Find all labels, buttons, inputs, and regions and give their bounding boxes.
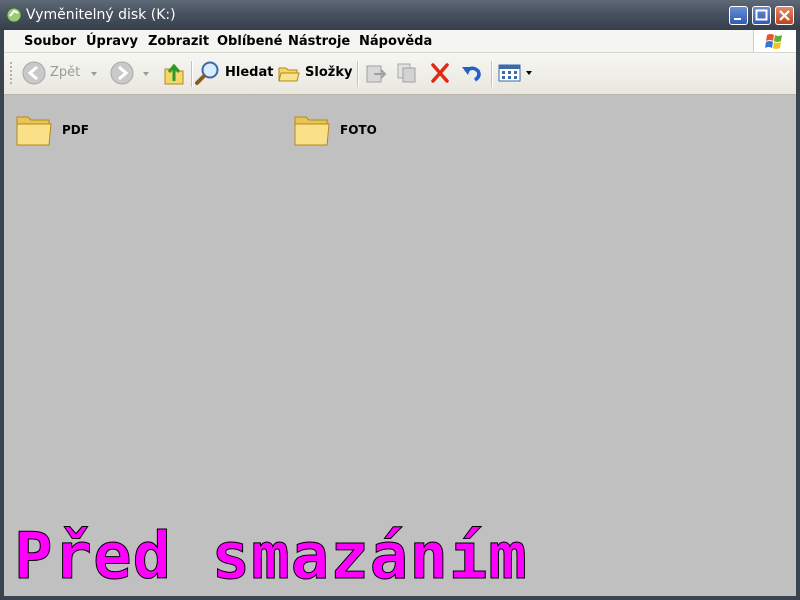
toolbar: Zpět Hledat Složky — [4, 53, 796, 95]
toolbar-separator — [491, 61, 493, 87]
views-dropdown-icon — [526, 71, 532, 75]
maximize-button[interactable] — [752, 6, 771, 25]
menu-upravy[interactable]: Úpravy — [86, 34, 138, 49]
up-folder-button[interactable] — [162, 59, 186, 87]
menu-zobrazit[interactable]: Zobrazit — [148, 34, 209, 49]
search-button[interactable]: Hledat — [195, 60, 274, 88]
menu-bar: Soubor Úpravy Zobrazit Oblíbené Nástroje… — [4, 30, 796, 53]
folder-label: PDF — [62, 123, 89, 137]
windows-flag-icon — [765, 34, 782, 49]
delete-button[interactable] — [428, 61, 452, 87]
undo-button[interactable] — [460, 61, 484, 87]
undo-icon — [462, 66, 481, 82]
minimize-button[interactable] — [729, 6, 748, 25]
views-button[interactable] — [497, 61, 535, 87]
folder-item-pdf[interactable]: PDF — [14, 109, 134, 149]
explorer-window: Vyměnitelný disk (K:) Soubor Úpravy Zobr… — [0, 0, 800, 600]
folders-label: Složky — [305, 65, 353, 80]
window-frame-right — [796, 30, 800, 600]
forward-button[interactable] — [110, 61, 150, 87]
menu-soubor[interactable]: Soubor — [24, 34, 76, 49]
folder-label: FOTO — [340, 123, 377, 137]
menu-oblibene[interactable]: Oblíbené — [217, 34, 282, 49]
minimize-icon — [734, 18, 741, 20]
toolbar-grip[interactable] — [8, 59, 20, 87]
toolbar-separator — [191, 61, 193, 87]
back-dropdown-icon — [91, 72, 97, 76]
back-label: Zpět — [50, 65, 81, 80]
menu-napoveda[interactable]: Nápověda — [359, 34, 432, 49]
back-arrow-icon — [22, 61, 46, 85]
menu-nastroje[interactable]: Nástroje — [288, 34, 350, 49]
forward-dropdown-icon — [143, 72, 149, 76]
copy-to-button[interactable] — [396, 61, 420, 87]
folders-button[interactable]: Složky — [277, 60, 353, 88]
search-label: Hledat — [225, 65, 274, 80]
windows-logo — [753, 30, 796, 52]
toolbar-separator — [357, 61, 359, 87]
grip-icon — [10, 62, 12, 84]
close-button[interactable] — [775, 6, 794, 25]
folders-icon — [278, 67, 300, 82]
delete-icon — [431, 63, 449, 83]
drive-icon — [6, 7, 22, 23]
back-button[interactable]: Zpět — [22, 61, 104, 87]
copy-to-icon — [397, 63, 416, 83]
overlay-caption: Před smazáním — [14, 520, 528, 595]
window-frame-bottom — [0, 596, 800, 600]
maximize-icon — [755, 9, 768, 21]
move-to-button[interactable] — [364, 61, 388, 87]
move-to-icon — [366, 65, 387, 83]
folder-item-foto[interactable]: FOTO — [292, 109, 412, 149]
title-bar[interactable]: Vyměnitelný disk (K:) — [0, 0, 800, 30]
forward-arrow-icon — [110, 61, 134, 85]
folder-icon — [16, 116, 52, 146]
window-title: Vyměnitelný disk (K:) — [26, 7, 176, 23]
views-icon — [498, 64, 521, 82]
folder-icon — [294, 116, 330, 146]
close-icon — [779, 10, 790, 21]
folder-up-icon — [164, 63, 184, 85]
search-icon — [195, 61, 219, 85]
